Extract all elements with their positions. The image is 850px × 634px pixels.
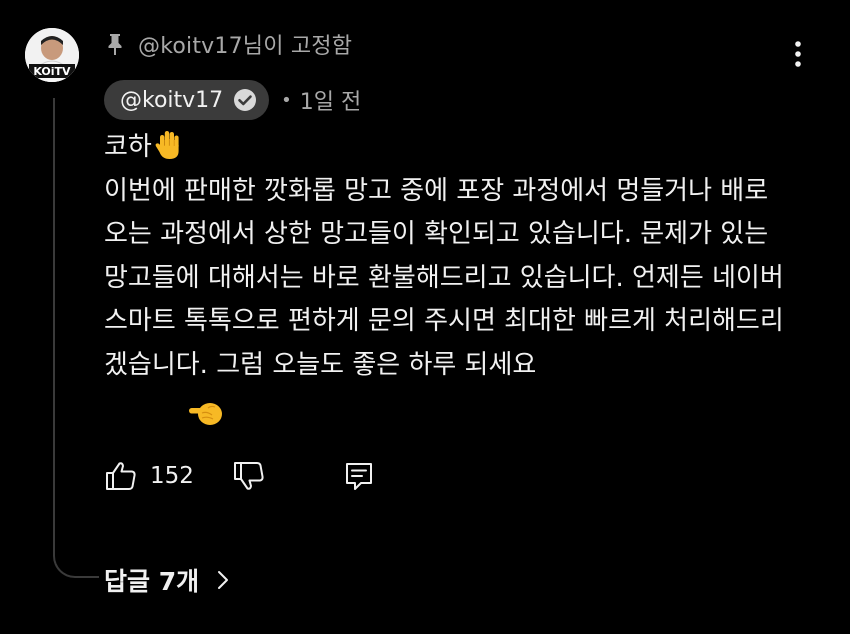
reply-button[interactable] bbox=[342, 459, 376, 493]
pinned-indicator: @koitv17님이 고정함 bbox=[106, 28, 352, 60]
comment-actions: 152 bbox=[104, 456, 376, 496]
thumbs-down-icon bbox=[233, 462, 264, 490]
raised-hand-emoji bbox=[155, 131, 179, 159]
author-chip[interactable]: @koitv17 bbox=[104, 80, 270, 120]
comment-greeting-line: 코하 bbox=[104, 126, 784, 170]
pin-icon bbox=[108, 34, 122, 55]
pinned-comment: KOiTV @koitv17님이 고정함 @koitv17 • 1일 전 코하 bbox=[0, 0, 850, 634]
more-options-button[interactable] bbox=[780, 36, 816, 72]
dislike-button[interactable] bbox=[232, 459, 266, 493]
verified-check-icon bbox=[234, 89, 257, 111]
thread-connector-line bbox=[53, 98, 99, 578]
pinned-by-label: @koitv17님이 고정함 bbox=[138, 34, 353, 59]
avatar-image: KOiTV bbox=[25, 28, 79, 82]
chevron-right-icon bbox=[218, 571, 229, 589]
avatar-logo-text: KOiTV bbox=[33, 65, 71, 78]
comment-body-text: 이번에 판매한 깟화롭 망고 중에 포장 과정에서 멍들거나 배로 오는 과정에… bbox=[104, 175, 784, 380]
like-count: 152 bbox=[150, 463, 194, 489]
more-vertical-icon bbox=[795, 41, 801, 67]
comment-greeting: 코하 bbox=[104, 132, 152, 162]
view-replies-button[interactable]: 답글 7개 bbox=[104, 560, 231, 600]
reply-comment-icon bbox=[345, 463, 372, 490]
comment-timestamp[interactable]: 1일 전 bbox=[300, 84, 361, 116]
like-button[interactable]: 152 bbox=[104, 459, 194, 493]
avatar[interactable]: KOiTV bbox=[25, 28, 79, 82]
comment-header: @koitv17 • 1일 전 bbox=[104, 80, 361, 120]
comment-text: 코하 이번에 판매한 깟화롭 망고 중에 포장 과정에서 멍들거나 배로 오는 … bbox=[104, 126, 784, 425]
author-handle: @koitv17 bbox=[120, 87, 224, 113]
replies-count-label: 답글 7개 bbox=[104, 567, 200, 596]
separator-dot: • bbox=[281, 89, 292, 111]
pointing-hand-emoji bbox=[189, 403, 222, 425]
thumbs-up-icon bbox=[106, 462, 136, 490]
